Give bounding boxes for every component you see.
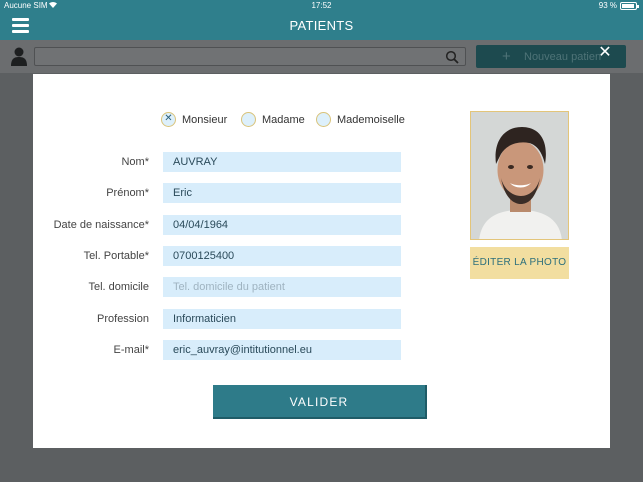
search-icon[interactable]	[445, 50, 459, 64]
check-x-icon: ✕	[164, 113, 173, 124]
radio-circle	[241, 112, 256, 127]
clock: 17:52	[311, 1, 332, 10]
patient-photo	[470, 111, 569, 240]
page-title: PATIENTS	[289, 18, 354, 33]
status-bar: Aucune SIM 17:52 93 %	[0, 0, 643, 12]
birthdate-field[interactable]	[163, 215, 401, 235]
mobile-label: Tel. Portable*	[83, 250, 149, 262]
patient-form-modal: ✕ Monsieur Madame Mademoiselle Nom* Prén…	[33, 74, 610, 448]
profession-label: Profession	[97, 313, 149, 325]
search-input[interactable]	[34, 47, 466, 66]
mobile-field[interactable]	[163, 246, 401, 266]
birthdate-label: Date de naissance*	[53, 219, 149, 231]
row-email: E-mail*	[33, 340, 401, 360]
radio-label: Monsieur	[182, 114, 228, 126]
radio-label: Madame	[262, 114, 305, 126]
nom-field[interactable]	[163, 152, 401, 172]
row-nom: Nom*	[33, 152, 401, 172]
row-prenom: Prénom*	[33, 183, 401, 203]
email-label: E-mail*	[113, 344, 149, 356]
new-patient-label: Nouveau patien	[524, 51, 602, 63]
profession-field[interactable]	[163, 309, 401, 329]
search-toolbar: + Nouveau patien	[0, 40, 643, 73]
radio-circle	[316, 112, 331, 127]
home-phone-label: Tel. domicile	[88, 281, 149, 293]
avatar-icon	[471, 112, 568, 239]
close-icon[interactable]: ✕	[597, 44, 613, 60]
prenom-label: Prénom*	[106, 187, 149, 199]
nav-bar: PATIENTS	[0, 12, 643, 40]
row-portable: Tel. Portable*	[33, 246, 401, 266]
email-field[interactable]	[163, 340, 401, 360]
row-naissance: Date de naissance*	[33, 215, 401, 235]
battery-icon	[620, 2, 639, 10]
edit-photo-button[interactable]: ÉDITER LA PHOTO	[470, 247, 569, 279]
battery-percent: 93 %	[598, 1, 617, 10]
user-icon[interactable]	[10, 46, 28, 66]
validate-button[interactable]: VALIDER	[213, 385, 427, 419]
prenom-field[interactable]	[163, 183, 401, 203]
plus-icon: +	[502, 48, 511, 65]
nom-label: Nom*	[121, 156, 149, 168]
row-domicile: Tel. domicile	[33, 277, 401, 297]
home-phone-field[interactable]	[163, 277, 401, 297]
row-profession: Profession	[33, 309, 401, 329]
radio-label: Mademoiselle	[337, 114, 405, 126]
